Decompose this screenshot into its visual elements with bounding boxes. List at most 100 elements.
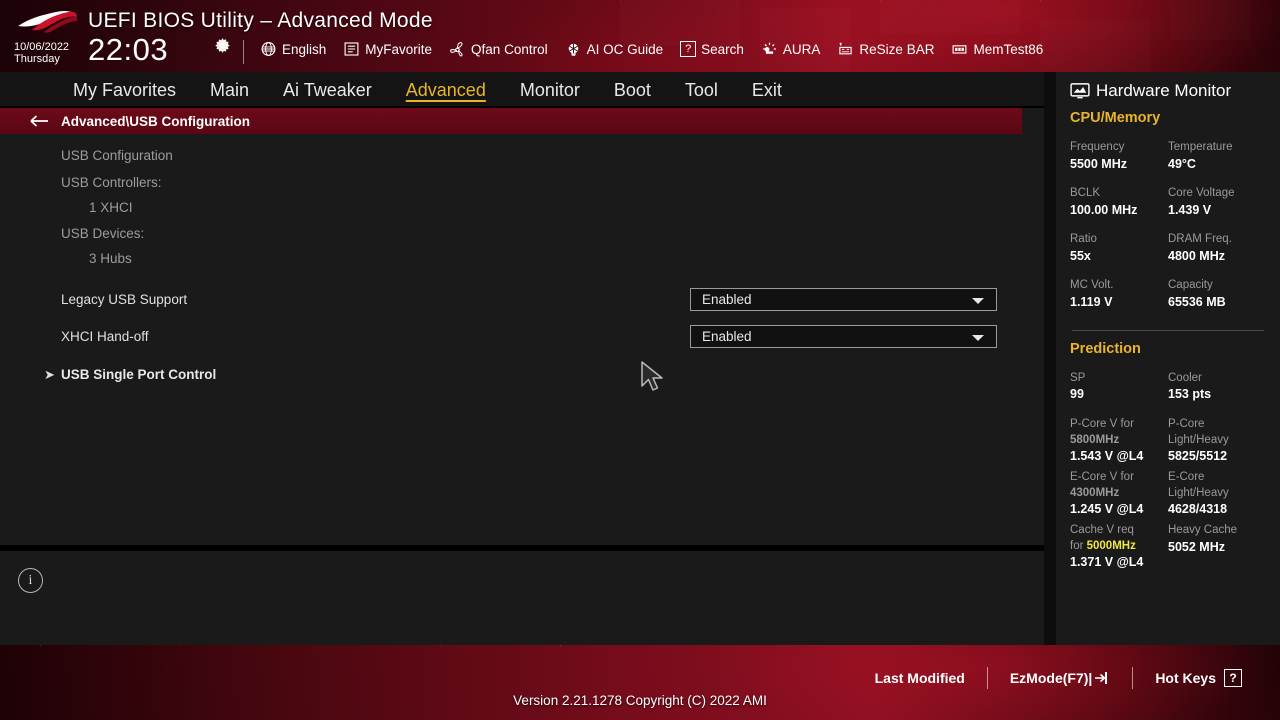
tab-advanced[interactable]: Advanced bbox=[389, 80, 503, 101]
pred-key: Light/Heavy bbox=[1168, 487, 1229, 499]
setting-label: Legacy USB Support bbox=[61, 291, 188, 307]
metric-value: 55x bbox=[1070, 249, 1091, 263]
star-list-icon bbox=[344, 42, 359, 56]
section-cpu-memory-title: CPU/Memory bbox=[1070, 110, 1161, 126]
page-title: UEFI BIOS Utility – Advanced Mode bbox=[88, 9, 433, 32]
pred-key: E-Core bbox=[1168, 471, 1205, 483]
header-item-label: English bbox=[282, 41, 327, 57]
pred-value: 99 bbox=[1070, 387, 1084, 401]
last-modified-label: Last Modified bbox=[874, 670, 965, 686]
bios-screen: UEFI BIOS Utility – Advanced Mode 10/06/… bbox=[0, 0, 1280, 720]
pred-key: P-Core bbox=[1168, 418, 1205, 430]
setting-row-legacy-usb-support[interactable]: Legacy USB Support Enabled bbox=[0, 284, 1022, 314]
pred-key-highlight: 5000MHz bbox=[1086, 540, 1136, 552]
info-row-usb-devices: USB Devices: bbox=[61, 226, 145, 241]
legacy-usb-support-dropdown[interactable]: Enabled bbox=[690, 287, 997, 311]
nav-tabs: My Favorites Main Ai Tweaker Advanced Mo… bbox=[0, 72, 1044, 108]
metric-value: 1.119 V bbox=[1070, 295, 1113, 309]
header-item-aura[interactable]: AURA bbox=[761, 41, 820, 57]
weekday-text: Thursday bbox=[14, 53, 60, 65]
brain-icon bbox=[568, 43, 578, 56]
back-arrow-icon[interactable] bbox=[30, 114, 50, 128]
header-item-english[interactable]: English bbox=[260, 41, 326, 57]
header-item-myfavorite[interactable]: MyFavorite bbox=[343, 41, 432, 57]
pred-key: Cooler bbox=[1168, 372, 1202, 384]
header-item-label: MemTest86 bbox=[973, 41, 1044, 57]
sidebar-divider bbox=[1072, 330, 1264, 331]
header-shortcuts: English MyFavorite Qfan Control AI OC Gu… bbox=[260, 41, 1043, 57]
metric-key: DRAM Freq. bbox=[1168, 233, 1232, 245]
pred-key-highlight: 4300MHz bbox=[1070, 487, 1120, 499]
metric-value: 5500 MHz bbox=[1070, 157, 1127, 171]
pred-value: 5052 MHz bbox=[1168, 540, 1225, 554]
header-item-label: MyFavorite bbox=[365, 41, 433, 57]
pred-key-line2: for 5000MHz bbox=[1070, 538, 1168, 554]
top-banner: UEFI BIOS Utility – Advanced Mode 10/06/… bbox=[0, 0, 1280, 72]
last-modified-button[interactable]: Last Modified bbox=[853, 670, 987, 686]
ez-mode-label: EzMode(F7)| bbox=[1009, 670, 1093, 686]
enter-arrow-icon bbox=[1095, 672, 1108, 684]
header-item-ai-oc-guide[interactable]: AI OC Guide bbox=[565, 41, 664, 57]
hot-keys-label: Hot Keys bbox=[1155, 670, 1216, 686]
globe-icon bbox=[261, 42, 276, 56]
hot-keys-button[interactable]: Hot Keys ? bbox=[1133, 669, 1264, 687]
pred-value: 4628/4318 bbox=[1168, 502, 1228, 516]
xhci-hand-off-dropdown[interactable]: Enabled bbox=[690, 324, 997, 348]
dropdown-value: Enabled bbox=[702, 291, 752, 307]
tab-monitor[interactable]: Monitor bbox=[503, 80, 597, 101]
question-box-icon: ? bbox=[1224, 669, 1242, 687]
footer-actions: Last Modified EzMode(F7)| Hot Keys ? bbox=[853, 667, 1264, 689]
tab-boot[interactable]: Boot bbox=[597, 80, 668, 101]
pred-value: 5825/5512 bbox=[1168, 449, 1228, 463]
hw-row-ratio-dram-freq: Ratio 55x DRAM Freq. 4800 MHz bbox=[1070, 232, 1266, 264]
header-item-resize-bar[interactable]: ReSize BAR bbox=[837, 41, 934, 57]
header-item-label: Qfan Control bbox=[471, 41, 548, 57]
monitor-icon bbox=[1070, 83, 1090, 99]
tab-ai-tweaker[interactable]: Ai Tweaker bbox=[266, 80, 389, 101]
hw-row-bclk-core-voltage: BCLK 100.00 MHz Core Voltage 1.439 V bbox=[1070, 186, 1266, 218]
mouse-cursor bbox=[641, 361, 663, 391]
header-item-search[interactable]: ? Search bbox=[680, 41, 744, 57]
pred-key-prefix: for bbox=[1070, 540, 1084, 552]
header-item-memtest86[interactable]: MemTest86 bbox=[951, 41, 1043, 57]
hw-row-frequency-temperature: Frequency 5500 MHz Temperature 49°C bbox=[1070, 140, 1266, 172]
pred-row-sp-cooler: SP 99 Cooler 153 pts bbox=[1070, 370, 1266, 403]
pred-row-cache: Cache V req for 5000MHz 1.371 V @L4 Heav… bbox=[1070, 522, 1266, 571]
clock-text: 22:03 bbox=[88, 32, 169, 67]
metric-value: 4800 MHz bbox=[1168, 249, 1225, 263]
header-item-label: AI OC Guide bbox=[586, 41, 664, 57]
tab-exit[interactable]: Exit bbox=[735, 80, 799, 101]
chevron-right-icon: ➤ bbox=[44, 366, 55, 382]
info-icon[interactable]: i bbox=[18, 568, 43, 593]
pred-value: 153 pts bbox=[1168, 387, 1212, 401]
metric-key: MC Volt. bbox=[1070, 279, 1114, 291]
metric-key: Capacity bbox=[1168, 279, 1213, 291]
header-item-qfan-control[interactable]: Qfan Control bbox=[449, 41, 548, 57]
tab-my-favorites[interactable]: My Favorites bbox=[56, 80, 193, 101]
settings-content: USB Configuration USB Controllers: 1 XHC… bbox=[0, 134, 1044, 543]
breadcrumb[interactable]: Advanced\USB Configuration bbox=[0, 108, 1022, 134]
pred-key: Light/Heavy bbox=[1168, 434, 1229, 446]
submenu-usb-single-port-control[interactable]: ➤ USB Single Port Control bbox=[0, 362, 1022, 386]
pred-row-e-core: E-Core V for 4300MHz 1.245 V @L4 E-Core … bbox=[1070, 469, 1266, 518]
pred-value: 1.543 V @L4 bbox=[1070, 449, 1144, 463]
rog-logo bbox=[18, 10, 78, 33]
header-item-label: Search bbox=[701, 41, 744, 57]
gear-icon[interactable] bbox=[215, 38, 230, 53]
resize-bar-icon bbox=[839, 42, 853, 55]
metric-key: BCLK bbox=[1070, 187, 1101, 199]
metric-key: Frequency bbox=[1070, 141, 1125, 153]
date-text: 10/06/2022 bbox=[14, 41, 70, 53]
hardware-monitor-label: Hardware Monitor bbox=[1096, 81, 1232, 100]
setting-row-xhci-hand-off[interactable]: XHCI Hand-off Enabled bbox=[0, 321, 1022, 351]
ez-mode-button[interactable]: EzMode(F7)| bbox=[988, 670, 1132, 686]
memory-icon bbox=[952, 45, 967, 54]
tab-main[interactable]: Main bbox=[193, 80, 266, 101]
setting-label: XHCI Hand-off bbox=[61, 328, 149, 344]
tab-tool[interactable]: Tool bbox=[668, 80, 735, 101]
chevron-down-icon bbox=[972, 297, 984, 304]
header-divider bbox=[243, 40, 244, 64]
section-prediction-title: Prediction bbox=[1070, 341, 1141, 357]
info-row-usb-configuration: USB Configuration bbox=[61, 148, 173, 163]
hardware-monitor-sidebar: Hardware Monitor CPU/Memory Frequency 55… bbox=[1056, 72, 1280, 645]
